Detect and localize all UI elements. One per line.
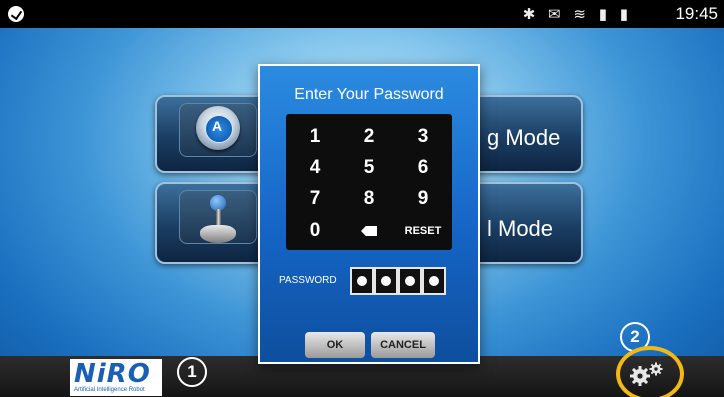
- logo-text: NiRO: [74, 359, 151, 389]
- key-3[interactable]: 3: [398, 122, 448, 152]
- status-bar: ✱ ✉ ≋ ▮ ▮ 19:45: [0, 0, 724, 28]
- password-digit-4: [422, 267, 446, 295]
- backspace-key[interactable]: [344, 216, 394, 246]
- key-9[interactable]: 9: [398, 184, 448, 214]
- auto-mode-icon-tile: [179, 103, 257, 157]
- ok-button[interactable]: OK: [305, 332, 365, 358]
- password-dialog: Enter Your Password 1 2 3 4 5 6 7 8 9 0 …: [258, 64, 480, 364]
- app-screen: ✱ ✉ ≋ ▮ ▮ 19:45 g Mode l Mode NiRO Artif…: [0, 0, 724, 397]
- manual-mode-icon-tile: [179, 190, 257, 244]
- settings-gears-icon[interactable]: [628, 360, 668, 388]
- key-0[interactable]: 0: [290, 216, 340, 246]
- keypad: 1 2 3 4 5 6 7 8 9 0 RESET: [286, 114, 452, 250]
- cancel-button[interactable]: CANCEL: [371, 332, 435, 358]
- password-digit-3: [398, 267, 422, 295]
- key-4[interactable]: 4: [290, 153, 340, 183]
- key-1[interactable]: 1: [290, 122, 340, 152]
- status-icons: ✱ ✉ ≋ ▮ ▮: [522, 5, 632, 23]
- backspace-icon: [361, 226, 377, 236]
- key-8[interactable]: 8: [344, 184, 394, 214]
- dialog-title: Enter Your Password: [294, 86, 444, 103]
- status-clock: 19:45: [675, 4, 718, 23]
- password-label: PASSWORD: [279, 275, 337, 286]
- app-notification-icon: [8, 6, 24, 22]
- logo-subtitle: Artificial Intelligence Robot: [74, 387, 145, 393]
- reset-key[interactable]: RESET: [398, 216, 448, 246]
- callout-1: 1: [177, 357, 207, 387]
- manual-mode-label: l Mode: [487, 216, 554, 241]
- key-7[interactable]: 7: [290, 184, 340, 214]
- password-digit-1: [350, 267, 374, 295]
- joystick-icon: [200, 195, 236, 245]
- key-5[interactable]: 5: [344, 153, 394, 183]
- key-6[interactable]: 6: [398, 153, 448, 183]
- niro-logo: NiRO Artificial Intelligence Robot: [70, 359, 162, 396]
- auto-mode-icon: [196, 106, 240, 150]
- auto-mode-label: g Mode: [487, 125, 561, 150]
- password-digit-2: [374, 267, 398, 295]
- key-2[interactable]: 2: [344, 122, 394, 152]
